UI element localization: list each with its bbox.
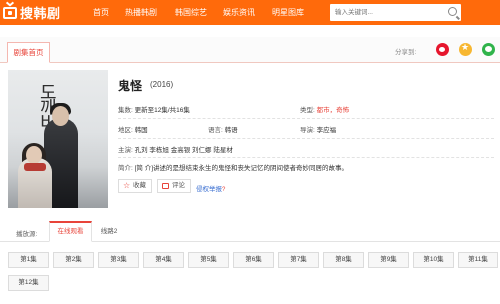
episode-button[interactable]: 第10集 [413,252,454,268]
site-logo[interactable]: 搜韩剧 [3,4,61,21]
episode-button[interactable]: 第2集 [53,252,94,268]
episodes-label: 集数: [118,107,133,114]
source-tab-online[interactable]: 在线观看 [49,221,92,242]
wechat-icon[interactable] [482,43,495,56]
director-label: 导演: [300,127,315,134]
report-label: 侵权举报 [196,186,222,193]
info-divider [118,138,494,139]
drama-poster[interactable]: 도깨비 [8,70,108,208]
nav-item-star-gallery[interactable]: 明星图库 [272,0,304,25]
type-label: 类型: [300,107,315,114]
search-icon[interactable] [448,7,457,16]
episode-button[interactable]: 第1集 [8,252,49,268]
language-value: 韩语 [224,127,238,134]
search-input[interactable] [330,4,440,21]
favorite-button[interactable]: ☆ 收藏 [118,179,152,193]
comment-button[interactable]: 评论 [157,179,191,193]
episode-button[interactable]: 第9集 [368,252,409,268]
show-year: (2016) [150,80,174,89]
synopsis-label: 简介: [118,165,133,172]
share-label: 分享到: [395,49,417,56]
region-value[interactable]: 韩国 [135,127,148,134]
synopsis-row: 简介: [简 介]讲述的是想结束永生的鬼怪和丧失记忆的阴间使者奇妙同居的故事。 [118,162,348,172]
director-value[interactable]: 李应福 [317,127,337,134]
section-header-strip [0,37,500,63]
cast-value[interactable]: 孔刘 李栋旭 金高银 刘仁娜 陆星材 [135,147,233,154]
episode-button[interactable]: 第12集 [8,275,49,291]
source-label: 播放源: [16,231,38,238]
top-navigation-bar: 搜韩剧 首页 热播韩剧 韩国综艺 娱乐资讯 明星图库 [0,0,500,25]
nav-item-variety[interactable]: 韩国综艺 [175,0,207,25]
show-title: 鬼怪 [118,79,143,93]
director-row: 导演: 李应福 [300,124,336,134]
info-divider [118,157,494,158]
question-icon: ? [222,187,226,193]
type-value[interactable]: 都市，奇怖 [317,107,350,114]
nav-item-news[interactable]: 娱乐资讯 [223,0,255,25]
episodes-row: 集数: 更新至12集/共16集 [118,104,190,114]
episode-button[interactable]: 第4集 [143,252,184,268]
info-divider [118,118,494,119]
episodes-value: 更新至12集/共16集 [134,107,190,114]
logo-text: 搜韩剧 [20,6,61,21]
poster-scarf [24,163,46,171]
region-label: 地区: [118,127,133,134]
report-link[interactable]: 侵权举报? [196,183,225,193]
episode-button[interactable]: 第7集 [278,252,319,268]
favorite-label: 收藏 [133,182,146,189]
episode-button[interactable]: 第6集 [233,252,274,268]
weibo-icon[interactable] [436,43,449,56]
poster-figure-woman-face [26,146,42,164]
tab-drama-home[interactable]: 剧集首页 [7,42,50,63]
poster-figure-man-face [52,106,69,126]
nav-item-home[interactable]: 首页 [93,0,109,25]
cast-label: 主演: [118,147,133,154]
qzone-icon[interactable] [459,42,472,56]
episode-button[interactable]: 第5集 [188,252,229,268]
search-box [330,4,461,21]
episode-button[interactable]: 第3集 [98,252,139,268]
nav-item-hot-dramas[interactable]: 热播韩剧 [125,0,157,25]
comment-label: 评论 [172,182,185,189]
type-row: 类型: 都市，奇怖 [300,104,349,114]
episode-button[interactable]: 第11集 [458,252,498,268]
tv-icon [3,6,17,19]
comment-icon [162,183,169,189]
source-tab-line2[interactable]: 线路2 [96,221,122,242]
language-row: 语言: 韩语 [208,124,238,134]
episode-button[interactable]: 第8集 [323,252,364,268]
region-row: 地区: 韩国 [118,124,148,134]
language-label: 语言: [208,127,223,134]
cast-row: 主演: 孔刘 李栋旭 金高银 刘仁娜 陆星材 [118,144,233,154]
star-icon: ☆ [123,181,131,190]
synopsis-value: [简 介]讲述的是想结束永生的鬼怪和丧失记忆的阴间使者奇妙同居的故事。 [134,165,349,172]
